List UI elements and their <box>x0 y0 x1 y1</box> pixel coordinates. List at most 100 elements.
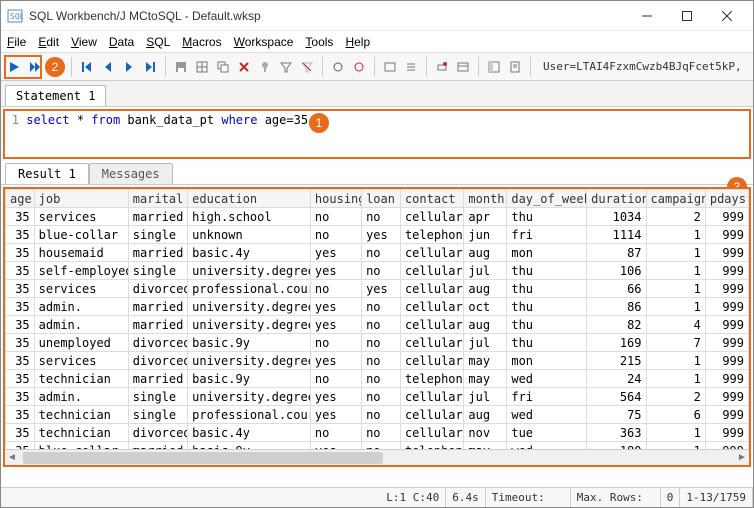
cell[interactable]: 35 <box>6 280 35 298</box>
filter-icon[interactable] <box>277 58 295 76</box>
cell[interactable]: single <box>128 388 187 406</box>
cell[interactable]: no <box>362 262 401 280</box>
cell[interactable]: unknown <box>188 226 311 244</box>
cell[interactable]: 1034 <box>587 208 646 226</box>
cell[interactable]: 75 <box>587 406 646 424</box>
explorer-icon[interactable] <box>485 58 503 76</box>
col-job[interactable]: job <box>34 190 128 208</box>
table-row[interactable]: 35servicesmarriedhigh.schoolnonocellular… <box>6 208 749 226</box>
cell[interactable]: 35 <box>6 370 35 388</box>
cell[interactable]: unemployed <box>34 334 128 352</box>
cell[interactable]: 999 <box>705 280 748 298</box>
cell[interactable]: yes <box>310 298 361 316</box>
cell[interactable]: university.degree <box>188 388 311 406</box>
menu-sql[interactable]: SQL <box>146 35 170 49</box>
cell[interactable]: no <box>310 334 361 352</box>
cell[interactable]: tue <box>507 424 587 442</box>
cell[interactable]: no <box>362 208 401 226</box>
cell[interactable]: cellular <box>400 244 463 262</box>
scroll-thumb[interactable] <box>23 452 383 464</box>
menu-data[interactable]: Data <box>109 35 134 49</box>
cell[interactable]: self-employed <box>34 262 128 280</box>
cell[interactable]: 1 <box>646 280 705 298</box>
table-row[interactable]: 35technicianmarriedbasic.9ynonotelephone… <box>6 370 749 388</box>
col-pdays[interactable]: pdays <box>705 190 748 208</box>
cell[interactable]: university.degree <box>188 352 311 370</box>
cell[interactable]: 35 <box>6 424 35 442</box>
save-icon[interactable] <box>172 58 190 76</box>
clear-filter-icon[interactable] <box>298 58 316 76</box>
cell[interactable]: 1 <box>646 244 705 262</box>
cell[interactable]: 999 <box>705 370 748 388</box>
cell[interactable]: 87 <box>587 244 646 262</box>
cell[interactable]: 999 <box>705 406 748 424</box>
cell[interactable]: cellular <box>400 280 463 298</box>
cell[interactable]: may <box>464 352 507 370</box>
cell[interactable]: 7 <box>646 334 705 352</box>
cell[interactable]: single <box>128 406 187 424</box>
cell[interactable]: 35 <box>6 352 35 370</box>
cell[interactable]: no <box>310 280 361 298</box>
cell[interactable]: 86 <box>587 298 646 316</box>
cell[interactable]: technician <box>34 370 128 388</box>
scroll-right-arrow[interactable]: ► <box>735 452 749 463</box>
table-row[interactable]: 35blue-collarsingleunknownnoyestelephone… <box>6 226 749 244</box>
result-tab-1[interactable]: Result 1 <box>5 163 89 184</box>
cell[interactable]: services <box>34 280 128 298</box>
cell[interactable]: 1 <box>646 352 705 370</box>
cell[interactable]: 35 <box>6 208 35 226</box>
cell[interactable]: 999 <box>705 244 748 262</box>
statement-tab-1[interactable]: Statement 1 <box>5 85 106 106</box>
cell[interactable]: 35 <box>6 316 35 334</box>
col-loan[interactable]: loan <box>362 190 401 208</box>
cell[interactable]: yes <box>310 316 361 334</box>
cell[interactable]: 999 <box>705 334 748 352</box>
cell[interactable]: cellular <box>400 208 463 226</box>
cell[interactable]: services <box>34 208 128 226</box>
cell[interactable]: yes <box>310 388 361 406</box>
col-month[interactable]: month <box>464 190 507 208</box>
cell[interactable]: 1 <box>646 262 705 280</box>
script-icon[interactable] <box>506 58 524 76</box>
cell[interactable]: no <box>362 406 401 424</box>
cell[interactable]: basic.9y <box>188 370 311 388</box>
cell[interactable]: technician <box>34 406 128 424</box>
cell[interactable]: thu <box>507 316 587 334</box>
cell[interactable]: cellular <box>400 406 463 424</box>
db-icon[interactable] <box>454 58 472 76</box>
col-duration[interactable]: duration <box>587 190 646 208</box>
cell[interactable]: cellular <box>400 352 463 370</box>
table-row[interactable]: 35servicesdivorceduniversity.degreeyesno… <box>6 352 749 370</box>
cell[interactable]: 363 <box>587 424 646 442</box>
col-education[interactable]: education <box>188 190 311 208</box>
cell[interactable]: aug <box>464 316 507 334</box>
cell[interactable]: may <box>464 370 507 388</box>
cell[interactable]: basic.4y <box>188 244 311 262</box>
table-row[interactable]: 35self-employedsingleuniversity.degreeye… <box>6 262 749 280</box>
menu-view[interactable]: View <box>71 35 97 49</box>
cell[interactable]: basic.4y <box>188 424 311 442</box>
cell[interactable]: blue-collar <box>34 226 128 244</box>
cell[interactable]: 35 <box>6 262 35 280</box>
cell[interactable]: 35 <box>6 226 35 244</box>
cell[interactable]: mon <box>507 244 587 262</box>
last-button[interactable] <box>141 58 159 76</box>
cell[interactable]: professional.course <box>188 406 311 424</box>
cell[interactable]: basic.9y <box>188 334 311 352</box>
cell[interactable]: no <box>362 244 401 262</box>
cell[interactable]: 169 <box>587 334 646 352</box>
cell[interactable]: housemaid <box>34 244 128 262</box>
cell[interactable]: 4 <box>646 316 705 334</box>
menu-help[interactable]: Help <box>345 35 370 49</box>
cell[interactable]: aug <box>464 280 507 298</box>
cell[interactable]: oct <box>464 298 507 316</box>
cell[interactable]: 82 <box>587 316 646 334</box>
cell[interactable]: 999 <box>705 298 748 316</box>
cell[interactable]: no <box>362 424 401 442</box>
cell[interactable]: divorced <box>128 280 187 298</box>
cell[interactable]: 215 <box>587 352 646 370</box>
cell[interactable]: no <box>310 424 361 442</box>
cell[interactable]: 35 <box>6 388 35 406</box>
cell[interactable]: university.degree <box>188 262 311 280</box>
h-scrollbar[interactable]: ◄ ► <box>5 449 749 465</box>
